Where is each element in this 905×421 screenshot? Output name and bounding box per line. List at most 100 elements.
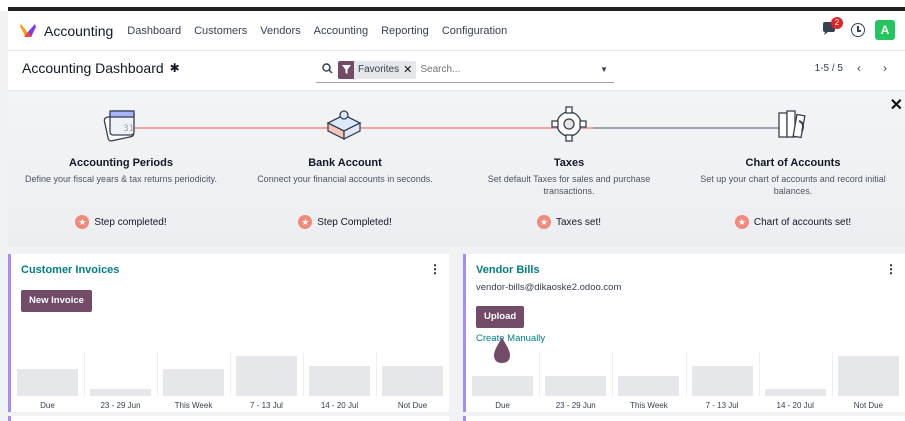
chart-bar[interactable] — [90, 389, 151, 396]
step-status-text: Taxes set! — [555, 216, 602, 228]
chart-column-label: 23 - 29 Jun — [100, 401, 141, 410]
chart-column[interactable]: This Week — [612, 352, 685, 412]
step-description: Set default Taxes for sales and purchase… — [487, 174, 651, 196]
calendar-icon: 31 — [98, 101, 144, 147]
favorites-facet: Favorites ✕ — [338, 60, 417, 79]
step-title: Accounting Periods — [69, 157, 173, 169]
search-input[interactable] — [420, 64, 561, 75]
chart-bar[interactable] — [163, 369, 224, 396]
filter-icon — [338, 60, 354, 79]
next-card-left — [8, 416, 449, 421]
chart-column[interactable]: Not Due — [376, 352, 449, 412]
chart-column[interactable]: 23 - 29 Jun — [539, 352, 612, 412]
chart-bar[interactable] — [309, 366, 370, 396]
chart-divider — [539, 352, 541, 396]
chart-bar[interactable] — [545, 376, 607, 396]
main-navbar: Accounting Dashboard Customers Vendors A… — [8, 11, 905, 51]
messages-badge: 2 — [831, 17, 843, 29]
app-name[interactable]: Accounting — [44, 23, 113, 39]
star-icon: ★ — [734, 215, 749, 229]
chart-column[interactable]: This Week — [157, 352, 230, 412]
step-status: ★ Taxes set! — [456, 215, 682, 229]
onboarding-step-accounting-periods[interactable]: 31 Accounting Periods Define your fiscal… — [8, 91, 234, 229]
invoices-bar-chart: Due 23 - 29 Jun This Week 7 - 13 Jul 14 - 20… — [11, 352, 449, 412]
top-edge — [0, 0, 905, 11]
vendor-bills-card: Vendor Bills vendor-bills@dikaoske2.odoo… — [463, 254, 905, 412]
chart-divider — [84, 352, 85, 396]
onboarding-step-bank-account[interactable]: Bank Account Connect your financial acco… — [232, 91, 458, 229]
chart-bar[interactable] — [17, 369, 78, 396]
new-invoice-button[interactable]: New Invoice — [21, 290, 92, 312]
chart-column-label: 23 - 29 Jun — [555, 401, 596, 410]
pager: 1-5 / 5 ‹ › — [815, 58, 895, 78]
step-status-text: Step Completed! — [317, 216, 392, 228]
chart-bar[interactable] — [691, 366, 753, 396]
chart-bar[interactable] — [764, 389, 826, 396]
step-title: Taxes — [553, 157, 585, 169]
menu-reporting[interactable]: Reporting — [381, 25, 429, 37]
card-menu-icon[interactable]: ⋮ — [429, 262, 441, 276]
chart-divider — [758, 352, 760, 396]
remove-facet-icon[interactable]: ✕ — [403, 63, 416, 76]
search-icon[interactable] — [316, 62, 338, 77]
menu-dashboard[interactable]: Dashboard — [127, 25, 181, 37]
step-status-text: Chart of accounts set! — [753, 216, 852, 228]
menu-accounting[interactable]: Accounting — [314, 25, 368, 37]
chart-column[interactable]: Due — [11, 352, 84, 412]
search-options-chevron-icon[interactable]: ▼ — [600, 65, 608, 74]
chart-column[interactable]: 14 - 20 Jul — [759, 352, 832, 412]
chart-divider — [685, 352, 687, 396]
chart-column-label: 14 - 20 Jul — [320, 401, 359, 410]
chart-bar[interactable] — [382, 366, 443, 396]
chart-divider — [831, 352, 833, 396]
chart-column[interactable]: 23 - 29 Jun — [84, 352, 157, 412]
chart-column[interactable]: 14 - 20 Jul — [303, 352, 376, 412]
step-status: ★ Chart of accounts set! — [680, 215, 905, 229]
card-title[interactable]: Vendor Bills — [476, 264, 540, 276]
chart-column[interactable]: Due — [466, 352, 539, 412]
chart-column[interactable]: 7 - 13 Jul — [230, 352, 303, 412]
chart-column-label: This Week — [174, 401, 213, 410]
chart-bar[interactable] — [236, 356, 297, 396]
svg-text:31: 31 — [123, 124, 134, 134]
chart-divider — [376, 352, 377, 396]
step-title: Chart of Accounts — [745, 157, 841, 169]
user-avatar[interactable]: A — [875, 20, 895, 40]
navbar-systray: 2 A — [821, 17, 895, 40]
onboarding-step-taxes[interactable]: Taxes Set default Taxes for sales and pu… — [456, 91, 682, 229]
activity-clock-icon[interactable] — [851, 23, 865, 37]
onboarding-panel: ✕ 31 Accounting Periods Define your fisc… — [8, 91, 905, 246]
chart-divider — [157, 352, 158, 396]
taxes-gear-icon — [546, 101, 592, 147]
messages-icon[interactable]: 2 — [821, 17, 843, 39]
chart-divider — [612, 352, 614, 396]
upload-button[interactable]: Upload — [476, 306, 525, 328]
chart-column-label: 14 - 20 Jul — [776, 401, 814, 410]
pager-value[interactable]: 1-5 / 5 — [815, 63, 843, 74]
chart-divider — [303, 352, 304, 396]
gear-icon[interactable]: ✱ — [170, 61, 180, 75]
onboarding-step-chart-of-accounts[interactable]: Chart of Accounts Set up your chart of a… — [680, 91, 905, 229]
next-card-right — [463, 416, 905, 421]
card-title[interactable]: Customer Invoices — [21, 264, 119, 276]
chart-column[interactable]: 7 - 13 Jul — [686, 352, 759, 412]
chart-bar[interactable] — [837, 356, 899, 396]
card-menu-icon[interactable]: ⋮ — [885, 262, 897, 276]
chart-column-label: Not Due — [397, 401, 428, 410]
pager-previous-icon[interactable]: ‹ — [849, 58, 869, 78]
chart-divider — [230, 352, 231, 396]
menu-vendors[interactable]: Vendors — [260, 25, 300, 37]
star-icon: ★ — [536, 215, 551, 229]
chart-bar[interactable] — [472, 376, 534, 396]
chart-column-label: This Week — [630, 401, 668, 410]
chart-column[interactable]: Not Due — [832, 352, 905, 412]
menu-configuration[interactable]: Configuration — [442, 25, 507, 37]
bills-bar-chart: Due 23 - 29 Jun This Week 7 - 13 Jul 14 - 20… — [466, 352, 905, 412]
menu-customers[interactable]: Customers — [194, 25, 247, 37]
pager-next-icon[interactable]: › — [875, 58, 895, 78]
accounting-app-icon[interactable] — [18, 21, 38, 41]
search-bar: Favorites ✕ ▼ — [316, 57, 614, 83]
chart-bar[interactable] — [618, 376, 680, 396]
chart-column-label: 7 - 13 Jul — [250, 401, 283, 410]
facet-label: Favorites — [358, 64, 400, 75]
